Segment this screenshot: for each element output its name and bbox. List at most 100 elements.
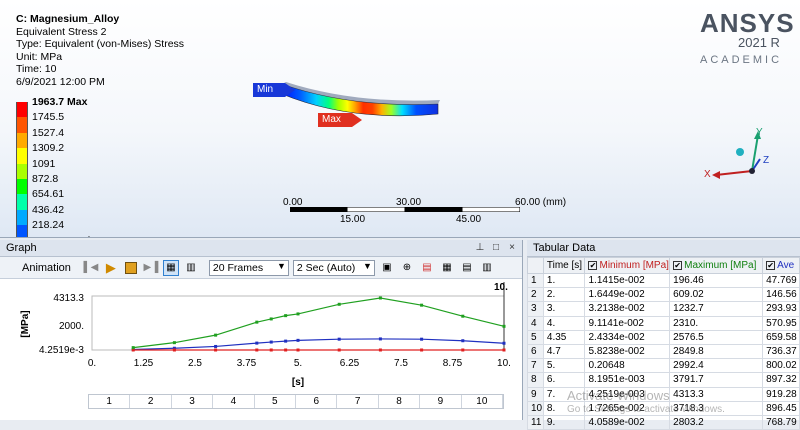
time-cell: 7.	[543, 387, 585, 401]
export-video-icon[interactable]: ▣	[379, 260, 395, 276]
series-point-maximum	[173, 341, 176, 344]
table-row[interactable]: 75.0.206482992.4800.02	[528, 359, 800, 373]
duration-select[interactable]: 2 Sec (Auto) ▼	[293, 260, 375, 276]
frame-cell[interactable]: 1	[89, 395, 130, 408]
table-row[interactable]: 11.1.1415e-002196.4647.769	[528, 274, 800, 288]
scale-label-60: 60.00 (mm)	[515, 197, 566, 208]
time-column-header[interactable]: Time [s]	[543, 258, 585, 274]
maximum-cell: 2803.2	[670, 415, 763, 429]
settings-icon[interactable]: ▥	[479, 260, 495, 276]
series-point-minimum	[214, 348, 217, 351]
table-row[interactable]: 54.352.4334e-0022576.5659.58	[528, 330, 800, 344]
row-index-cell: 8	[528, 373, 544, 387]
animation-label: Animation	[22, 262, 71, 274]
frame-cell[interactable]: 2	[130, 395, 171, 408]
result-chart[interactable]: 10.4.2519e-32000.4313.3[MPa]0.1.252.53.7…	[0, 280, 523, 394]
series-point-maximum	[284, 314, 287, 317]
maximum-checkbox[interactable]: ✔	[673, 261, 682, 270]
average-cell: 800.02	[763, 359, 800, 373]
index-header	[528, 258, 544, 274]
legend-colors-icon[interactable]: ▤	[419, 260, 435, 276]
maximum-cell: 196.46	[670, 274, 763, 288]
frame-cell[interactable]: 7	[337, 395, 378, 408]
frame-cell[interactable]: 3	[172, 395, 213, 408]
maximum-column-header[interactable]: ✔Maximum [MPa]	[670, 258, 763, 274]
maximum-cell: 609.02	[670, 288, 763, 302]
y-tick-label: 2000.	[59, 321, 84, 332]
result-sets-icon[interactable]: ▥	[183, 260, 199, 276]
time-cell: 4.35	[543, 330, 585, 344]
table-row[interactable]: 22.1.6449e-002609.02146.56	[528, 288, 800, 302]
frame-cell[interactable]: 6	[296, 395, 337, 408]
time-cell: 4.	[543, 316, 585, 330]
legend-label: 1963.7 Max	[32, 96, 87, 108]
average-cell: 570.95	[763, 316, 800, 330]
chart-options-icon[interactable]: ▤	[459, 260, 475, 276]
result-date: 6/9/2021 12:00 PM	[16, 76, 184, 89]
series-point-maximum	[461, 315, 464, 318]
series-point-minimum	[297, 348, 300, 351]
coordinate-triad[interactable]: Y X Z	[700, 125, 780, 185]
series-point-minimum	[173, 348, 176, 351]
series-point-average	[255, 342, 258, 345]
result-type: Type: Equivalent (von-Mises) Stress	[16, 38, 184, 51]
frame-cell[interactable]: 4	[213, 395, 254, 408]
model-viewport[interactable]: C: Magnesium_Alloy Equivalent Stress 2 T…	[0, 0, 800, 238]
frame-cell[interactable]: 5	[255, 395, 296, 408]
result-unit: Unit: MPa	[16, 51, 184, 64]
grid-icon[interactable]: ▦	[439, 260, 455, 276]
average-checkbox[interactable]: ✔	[766, 261, 775, 270]
scale-ruler	[290, 207, 520, 212]
x-axis-label: [s]	[292, 377, 304, 388]
chevron-down-icon: ▼	[363, 261, 372, 271]
zoom-icon[interactable]: ⊕	[399, 260, 415, 276]
duration-select-value: 2 Sec (Auto)	[297, 262, 355, 274]
time-cursor-label: 10.	[494, 282, 508, 293]
table-row[interactable]: 108.1.7265e-0023718.3896.45	[528, 401, 800, 415]
play-icon[interactable]: ▶	[103, 260, 119, 276]
table-row[interactable]: 86.8.1951e-0033791.7897.32	[528, 373, 800, 387]
average-column-header[interactable]: ✔Ave	[763, 258, 800, 274]
maximum-cell: 2992.4	[670, 359, 763, 373]
result-title: C: Magnesium_Alloy	[16, 13, 184, 26]
stop-icon[interactable]	[123, 260, 139, 276]
row-index-cell: 9	[528, 387, 544, 401]
frame-cell[interactable]: 9	[420, 395, 461, 408]
close-icon[interactable]: ×	[506, 242, 518, 254]
table-row[interactable]: 119.4.0589e-0022803.2768.79	[528, 415, 800, 429]
step-forward-icon[interactable]: ▶▐	[143, 260, 159, 276]
row-index-cell: 5	[528, 330, 544, 344]
min-probe-tag: Min	[253, 83, 285, 97]
series-point-minimum	[338, 348, 341, 351]
legend-swatch	[16, 164, 28, 179]
frame-strip[interactable]: 12345678910	[88, 394, 504, 409]
x-tick-label: 0.	[88, 358, 96, 369]
time-cell: 1.	[543, 274, 585, 288]
table-row[interactable]: 64.75.8238e-0022849.8736.37	[528, 344, 800, 358]
legend-swatch	[16, 117, 28, 132]
maximize-icon[interactable]: □	[490, 242, 502, 254]
animation-toolbar: Animation ▌◀ ▶ ▶▐ ▦ ▥ 20 Frames▼ 2 Sec (…	[0, 257, 522, 279]
table-row[interactable]: 97.4.2519e-0034313.3919.28	[528, 387, 800, 401]
legend-label: 436.42	[32, 204, 64, 216]
table-row[interactable]: 33.3.2138e-0021232.7293.93	[528, 302, 800, 316]
average-cell: 659.58	[763, 330, 800, 344]
frame-cell[interactable]: 8	[379, 395, 420, 408]
pin-icon[interactable]: ⊥	[474, 242, 486, 254]
legend-label: 872.8	[32, 173, 58, 185]
frames-select[interactable]: 20 Frames▼	[209, 260, 289, 276]
minimum-checkbox[interactable]: ✔	[588, 261, 597, 270]
table-row[interactable]: 44.9.1141e-0022310.570.95	[528, 316, 800, 330]
x-tick-label: 3.75	[237, 358, 257, 369]
distributed-frames-icon[interactable]: ▦	[163, 260, 179, 276]
graph-panel-header: Graph ⊥ □ ×	[0, 240, 522, 257]
legend-swatch	[16, 102, 28, 117]
frame-cell[interactable]: 10	[462, 395, 503, 408]
legend-label: 1091	[32, 158, 55, 170]
y-tick-label: 4313.3	[53, 293, 84, 304]
maximum-cell: 1232.7	[670, 302, 763, 316]
minimum-cell: 9.1141e-002	[585, 316, 670, 330]
step-back-icon[interactable]: ▌◀	[83, 260, 99, 276]
minimum-column-header[interactable]: ✔Minimum [MPa]	[585, 258, 670, 274]
time-cell: 9.	[543, 415, 585, 429]
